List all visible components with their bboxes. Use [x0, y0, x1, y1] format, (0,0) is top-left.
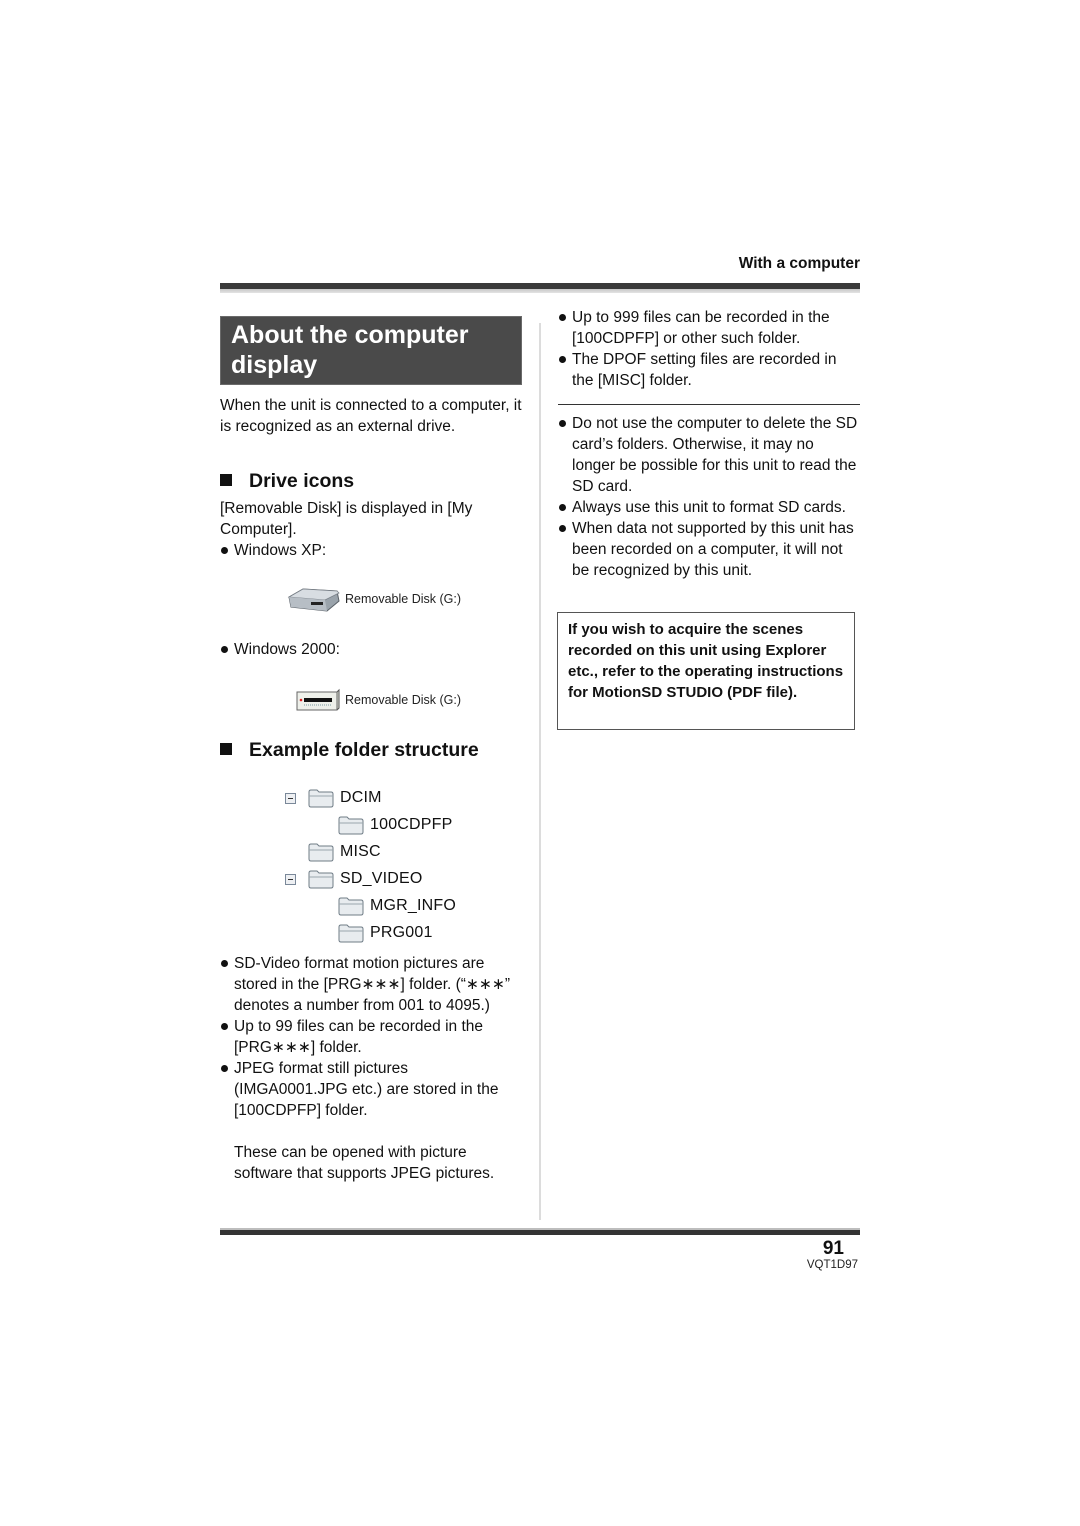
- folder-icon: [338, 924, 364, 943]
- os-label-xp: Windows XP:: [220, 540, 525, 561]
- drive-icons-text: [Removable Disk] is displayed in [My Com…: [220, 500, 473, 538]
- collapse-icon[interactable]: [285, 792, 296, 804]
- column-divider: [539, 323, 541, 1220]
- right-separator: [558, 404, 860, 405]
- folder-icon: [308, 789, 334, 808]
- pdf-reference-note: If you wish to acquire the scenes record…: [557, 612, 855, 730]
- right-note: The DPOF setting files are recorded in t…: [558, 349, 860, 391]
- folder-icon: [308, 843, 334, 862]
- drive-icons-heading: Drive icons: [220, 469, 525, 493]
- page-title: About the computer display: [231, 321, 469, 379]
- folder-icon: [338, 816, 364, 835]
- folder-name: SD_VIDEO: [340, 870, 423, 887]
- document-code: VQT1D97: [806, 1259, 858, 1271]
- section-label: With a computer: [738, 255, 860, 272]
- tree-row-sd-video[interactable]: SD_VIDEO: [285, 867, 423, 891]
- right-note: When data not supported by this unit has…: [558, 518, 860, 581]
- right-note: Up to 999 files can be recorded in the […: [558, 307, 860, 349]
- removable-disk-xp-icon: [287, 588, 340, 612]
- folder-name: MISC: [340, 843, 381, 860]
- tree-row-dcim[interactable]: DCIM: [285, 786, 382, 810]
- folder-structure-heading: Example folder structure: [220, 738, 525, 762]
- folder-notes-list: SD-Video format motion pictures are stor…: [220, 953, 520, 1121]
- top-rule: [220, 283, 860, 293]
- page-title-box: About the computer display: [220, 316, 522, 385]
- heading-text: Example folder structure: [249, 739, 479, 761]
- folder-icon: [308, 870, 334, 889]
- page-number: 91: [822, 1238, 844, 1259]
- heading-text: Drive icons: [249, 470, 355, 492]
- folder-name: PRG001: [370, 924, 433, 941]
- folder-note: Up to 99 files can be recorded in the [P…: [220, 1016, 520, 1058]
- folder-note: SD-Video format motion pictures are stor…: [220, 953, 520, 1016]
- right-note: Do not use the computer to delete the SD…: [558, 413, 860, 497]
- drive-label-xp: Removable Disk (G:): [345, 592, 461, 606]
- tree-row-mgr-info[interactable]: MGR_INFO: [338, 894, 456, 918]
- square-bullet-icon: [220, 474, 232, 486]
- folder-note: JPEG format still pictures (IMGA0001.JPG…: [220, 1058, 520, 1121]
- tree-row-100cdpfp[interactable]: 100CDPFP: [338, 813, 453, 837]
- folder-name: DCIM: [340, 789, 382, 806]
- drive-entry-xp: Removable Disk (G:): [287, 585, 461, 613]
- tree-row-prg001[interactable]: PRG001: [338, 921, 433, 945]
- tree-row-misc[interactable]: MISC: [308, 840, 381, 864]
- folder-name: 100CDPFP: [370, 816, 453, 833]
- os-list-xp: Windows XP:: [220, 540, 525, 561]
- drive-label-2000: Removable Disk (G:): [345, 693, 461, 707]
- intro-text: When the unit is connected to a computer…: [220, 397, 522, 435]
- right-notes-top: Up to 999 files can be recorded in the […: [558, 307, 860, 391]
- os-list-2000: Windows 2000:: [220, 639, 525, 660]
- collapse-icon[interactable]: [285, 873, 296, 885]
- bottom-rule: [220, 1228, 860, 1235]
- folder-icon: [338, 897, 364, 916]
- right-notes-bottom: Do not use the computer to delete the SD…: [558, 413, 860, 581]
- folder-name: MGR_INFO: [370, 897, 457, 914]
- removable-disk-2000-icon: [296, 688, 340, 711]
- os-label-2000: Windows 2000:: [220, 639, 525, 660]
- square-bullet-icon: [220, 743, 232, 755]
- right-note: Always use this unit to format SD cards.: [558, 497, 860, 518]
- drive-entry-2000: Removable Disk (G:): [293, 688, 461, 712]
- folder-note-continuation: These can be opened with picture softwar…: [234, 1144, 495, 1182]
